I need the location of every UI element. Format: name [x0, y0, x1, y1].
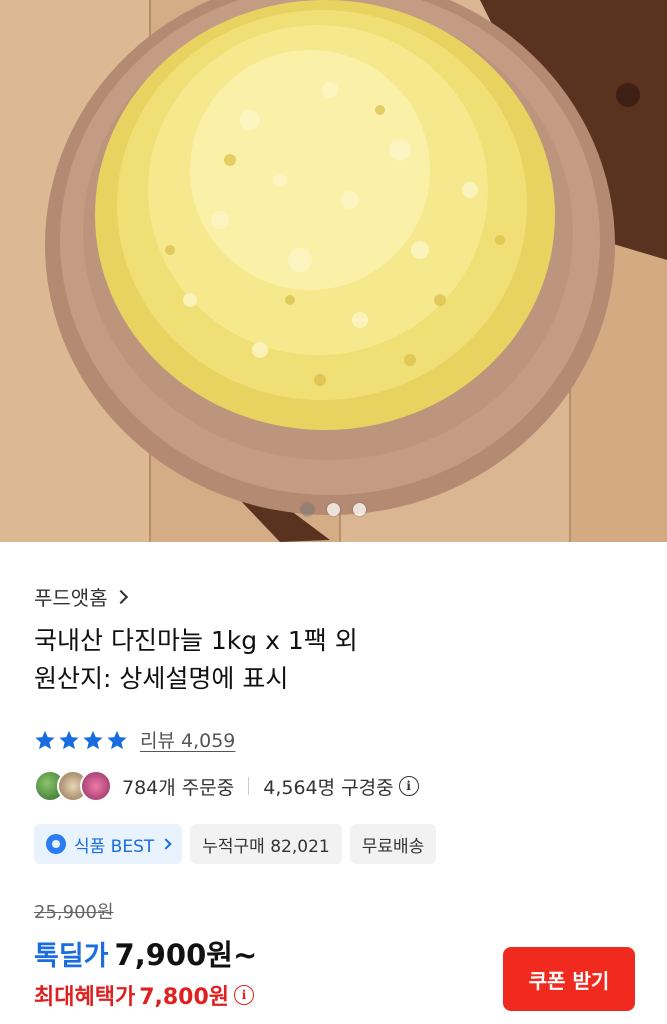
deal-price: 7,900원~ [114, 938, 258, 972]
viewer-count: 4,564명 구경중 [263, 776, 394, 799]
divider [248, 777, 250, 795]
chevron-right-icon [160, 838, 172, 850]
brand-link[interactable]: 푸드앳홈 [34, 582, 128, 611]
cumulative-badge: 누적구매 82,021 [190, 824, 342, 864]
garlic-bowl-photo [0, 0, 667, 542]
original-price: 25,900원 [34, 902, 114, 923]
order-count: 784개 주문중 [122, 776, 235, 799]
coupon-button[interactable]: 쿠폰 받기 [503, 947, 635, 1011]
info-icon[interactable]: i [398, 776, 419, 796]
shipping-badge: 무료배송 [349, 824, 437, 864]
chevron-right-icon [113, 589, 128, 604]
rating-row[interactable]: 리뷰 4,059 [34, 726, 235, 753]
buyer-avatars [34, 770, 112, 802]
avatar [80, 770, 112, 802]
badge-row: 식품 BEST 누적구매 82,021 무료배송 [34, 824, 437, 864]
carousel-indicator[interactable] [0, 503, 667, 516]
star-icon [59, 730, 79, 749]
purchase-stats: 784개 주문중 4,564명 구경중 i [34, 770, 419, 802]
carousel-dot[interactable] [327, 503, 340, 516]
badge-icon [46, 834, 66, 854]
carousel-dot[interactable] [353, 503, 366, 516]
star-icon [35, 730, 55, 749]
brand-name: 푸드앳홈 [34, 586, 108, 610]
title-line: 국내산 다진마늘 1kg x 1팩 외 [34, 626, 358, 655]
carousel-dot[interactable] [301, 503, 314, 516]
review-link[interactable]: 리뷰 4,059 [140, 726, 235, 753]
title-line: 원산지: 상세설명에 표시 [34, 664, 289, 693]
max-benefit-label: 최대혜택가 [34, 985, 136, 1010]
star-icon [83, 730, 103, 749]
star-icon [107, 730, 127, 749]
info-icon[interactable]: i [234, 985, 255, 1005]
product-title: 국내산 다진마늘 1kg x 1팩 외 원산지: 상세설명에 표시 [34, 622, 634, 698]
product-image[interactable] [0, 0, 667, 542]
product-info: 푸드앳홈 국내산 다진마늘 1kg x 1팩 외 원산지: 상세설명에 표시 리… [0, 542, 667, 1024]
deal-label: 톡딜가 [34, 941, 109, 972]
deal-price-row: 톡딜가 7,900원~ [34, 932, 257, 974]
best-badge[interactable]: 식품 BEST [34, 824, 183, 864]
max-benefit-price: 7,800원 [139, 985, 230, 1010]
best-badge-label: 식품 BEST [74, 836, 155, 857]
max-benefit-row: 최대혜택가 7,800원 i [34, 979, 255, 1011]
star-rating [34, 729, 128, 751]
